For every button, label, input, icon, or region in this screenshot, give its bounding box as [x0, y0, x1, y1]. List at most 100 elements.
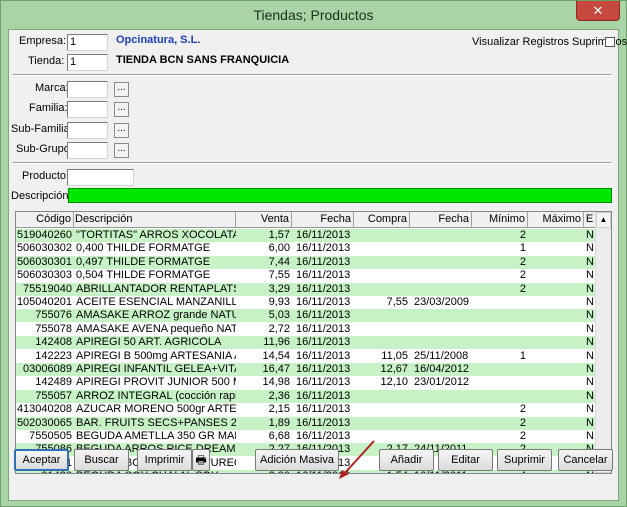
table-cell: ARROZ INTEGRAL (cocción rapida — [76, 389, 236, 402]
col-descripcion[interactable]: Descripción — [74, 212, 236, 228]
table-cell — [528, 269, 582, 282]
table-cell: 2 — [519, 269, 526, 282]
table-row[interactable]: 506030301 0,497 THILDE FORMATGE 7,44 16/11/… — [16, 255, 596, 269]
table-cell — [528, 309, 582, 322]
subgrupo-label: Sub-Grupo: — [16, 143, 73, 155]
table-cell — [354, 417, 408, 430]
table-cell — [414, 242, 472, 255]
table-cell — [528, 390, 582, 403]
suprimir-button[interactable]: Suprimir — [497, 449, 552, 471]
subgrupo-lookup-button[interactable]: ... — [114, 143, 129, 158]
table-cell: APIREGI INFANTIL GELEA+VITAM — [76, 363, 236, 375]
table-row[interactable]: 142489 APIREGI PROVIT JUNIOR 500 MG 14,98 1… — [16, 376, 596, 389]
marca-label: Marca: — [35, 82, 69, 94]
producto-input[interactable] — [67, 169, 134, 186]
table-cell: 14,98 — [262, 376, 290, 389]
table-row[interactable]: 506030302 0,400 THILDE FORMATGE 6,00 16/11/… — [16, 242, 596, 255]
table-cell: 16/11/2013 — [296, 403, 351, 416]
table-cell — [472, 309, 526, 322]
table-cell: 16/11/2013 — [296, 229, 351, 241]
table-cell: 2 — [519, 416, 526, 429]
col-fecha-compra[interactable]: Fecha — [410, 212, 472, 228]
empresa-input[interactable]: 1 — [67, 34, 108, 51]
table-row[interactable]: 755078 AMASAKE AVENA pequeño NATUI 2,72 16/… — [16, 323, 596, 336]
table-cell: 142408 — [35, 336, 72, 349]
table-cell: 105040201 — [16, 296, 72, 308]
familia-input[interactable] — [67, 101, 108, 118]
table-cell: 7,55 — [268, 269, 290, 282]
table-cell — [472, 323, 526, 336]
table-cell: 2,36 — [268, 389, 290, 402]
table-cell: 25/11/2008 — [414, 349, 469, 362]
table-cell — [528, 229, 582, 242]
table-row[interactable]: 142408 APIREGI 50 ART. AGRICOLA 11,96 16/11… — [16, 336, 596, 350]
tienda-input[interactable]: 1 — [67, 54, 108, 71]
table-cell: ABRILLANTADOR RENTAPLATS 50 — [76, 282, 236, 295]
table-cell — [528, 376, 582, 389]
adicion-masiva-button[interactable]: Adición Masiva — [255, 449, 339, 471]
table-cell: 502030065 — [16, 416, 72, 429]
marca-lookup-button[interactable]: ... — [114, 82, 129, 97]
col-codigo[interactable]: Código — [16, 212, 74, 228]
col-fecha[interactable]: Fecha — [292, 212, 354, 228]
familia-label: Familia: — [29, 102, 68, 114]
col-minimo[interactable]: Mínimo — [472, 212, 528, 228]
title-bar: Tiendas; Productos — [1, 1, 626, 29]
col-maximo[interactable]: Máximo — [528, 212, 584, 228]
table-row[interactable]: 506030303 0,504 THILDE FORMATGE 7,55 16/11/… — [16, 269, 596, 282]
table-row[interactable]: 755057 ARROZ INTEGRAL (cocción rapida 2,36… — [16, 389, 596, 403]
table-cell: 0,504 THILDE FORMATGE — [76, 269, 211, 282]
aceptar-button[interactable]: Aceptar — [14, 449, 69, 471]
table-row[interactable]: 03006089 APIREGI INFANTIL GELEA+VITAM 16,4… — [16, 363, 596, 376]
table-cell: 3,29 — [268, 282, 290, 295]
table-cell: 2 — [519, 430, 526, 442]
table-cell: BEGUDA AMETLLA 350 GR MAND — [76, 430, 236, 442]
printer-icon[interactable]: 🖶 — [192, 449, 210, 471]
table-cell: 506030302 — [16, 242, 72, 255]
subfamilia-input[interactable] — [67, 122, 108, 139]
table-row[interactable]: 502030065 BAR. FRUITS SECS+PANSES 225 1,89… — [16, 416, 596, 430]
table-cell: 16/11/2013 — [296, 242, 351, 255]
table-cell — [528, 363, 582, 376]
marca-input[interactable] — [67, 81, 108, 98]
editar-button[interactable]: Editar — [438, 449, 493, 471]
cancelar-button[interactable]: Cancelar — [558, 449, 613, 471]
scroll-up-arrow-icon[interactable]: ▲ — [596, 212, 611, 228]
table-cell — [414, 430, 472, 443]
table-row[interactable]: 105040201 ACEITE ESENCIAL MANZANILLA N 9,9… — [16, 296, 596, 309]
table-cell — [354, 403, 408, 416]
familia-lookup-button[interactable]: ... — [114, 102, 129, 117]
app-window: Tiendas; Productos ✕ Empresa: 1 Opcinatu… — [0, 0, 627, 507]
col-compra[interactable]: Compra — [354, 212, 410, 228]
visualizar-suprimidos-checkbox[interactable] — [605, 37, 615, 47]
table-cell — [528, 350, 582, 363]
table-row[interactable]: 75519040 ABRILLANTADOR RENTAPLATS 50 3,29 1… — [16, 282, 596, 296]
grid-vertical-scrollbar[interactable]: ▲ ▼ — [595, 212, 611, 473]
table-cell: 2,72 — [268, 322, 290, 335]
anadir-button[interactable]: Añadir — [379, 449, 434, 471]
table-row[interactable]: 519040260 "TORTITAS" ARROS XOCOLATA A 1,57… — [16, 229, 596, 242]
table-cell: 75519040 — [23, 282, 72, 295]
table-row[interactable]: 755076 AMASAKE ARROZ grande NATUR 5,03 16/1… — [16, 309, 596, 323]
table-cell — [414, 229, 472, 242]
descripcion-input[interactable] — [68, 188, 612, 203]
table-cell — [472, 376, 526, 389]
products-grid[interactable]: Código Descripción Venta Fecha Compra Fe… — [15, 211, 612, 474]
table-cell — [472, 336, 526, 349]
table-row[interactable]: 142223 APIREGI B 500mg ARTESANIA AC 14,54 1… — [16, 350, 596, 363]
table-cell — [414, 417, 472, 430]
table-cell — [472, 363, 526, 376]
table-cell — [354, 336, 408, 349]
col-venta[interactable]: Venta — [236, 212, 292, 228]
subfamilia-lookup-button[interactable]: ... — [114, 123, 129, 138]
table-cell: 12,67 — [380, 363, 408, 375]
table-row[interactable]: 7550505 BEGUDA AMETLLA 350 GR MAND 6,68 16/… — [16, 430, 596, 443]
imprimir-button[interactable]: Imprimir — [137, 449, 192, 471]
table-cell: 2 — [519, 403, 526, 416]
close-button[interactable]: ✕ — [576, 1, 620, 21]
table-cell — [472, 296, 526, 309]
table-row[interactable]: 413040208 AZUCAR MORENO 500gr ARTESA 2,15 1… — [16, 403, 596, 416]
buscar-button[interactable]: Buscar — [74, 449, 129, 471]
subgrupo-input[interactable] — [67, 142, 108, 159]
table-cell — [354, 309, 408, 322]
